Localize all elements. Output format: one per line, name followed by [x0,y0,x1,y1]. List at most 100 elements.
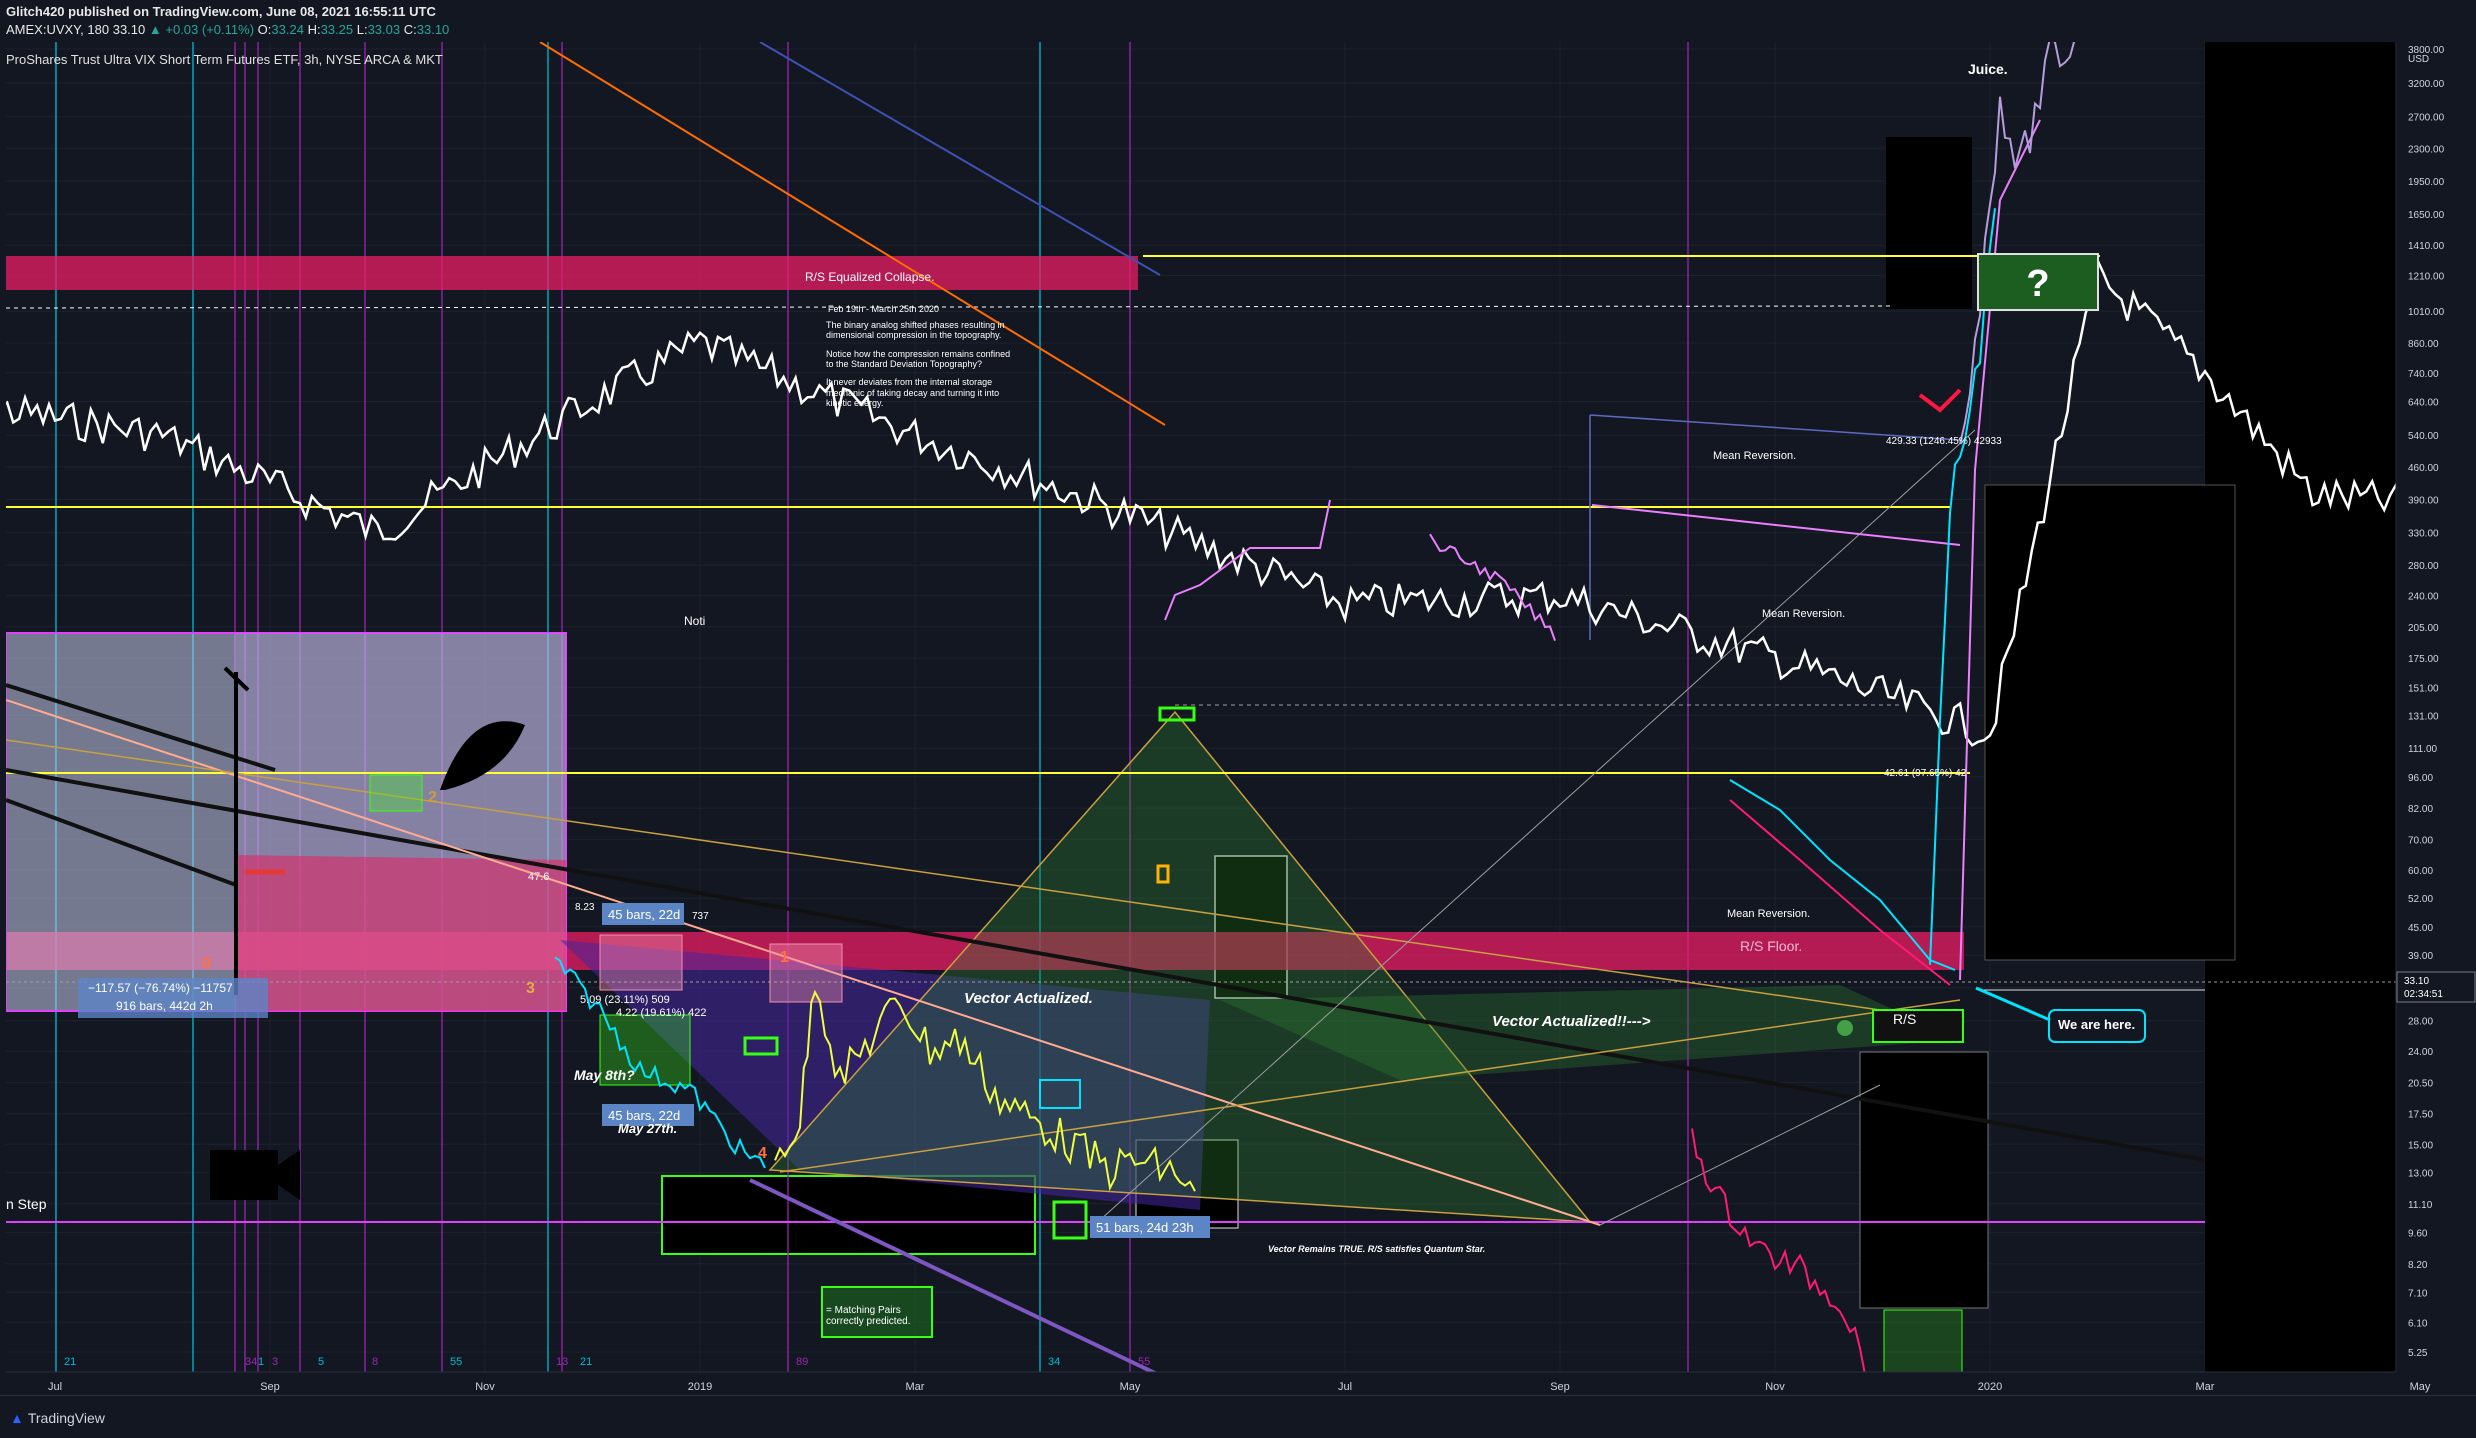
y-tick-label: 17.50 [2408,1110,2433,1121]
y-tick-label: 390.00 [2408,496,2439,507]
annotation-step: n Step [6,1196,47,1212]
measure-text: 737 [692,911,709,922]
currency-label: USD [2408,54,2429,65]
cycle-number: 89 [796,1356,808,1368]
y-tick-label: 11.10 [2408,1200,2433,1211]
x-tick-label: Nov [1765,1381,1785,1393]
y-tick-label: 2300.00 [2408,144,2445,155]
x-tick-label: Sep [260,1381,280,1393]
y-tick-label: 540.00 [2408,431,2439,442]
y-tick-label: 460.00 [2408,463,2439,474]
x-tick-label: Jul [48,1381,62,1393]
y-tick-label: 740.00 [2408,369,2439,380]
y-tick-label: 205.00 [2408,623,2439,634]
y-tick-label: 13.00 [2408,1169,2433,1180]
annotation-vector: Vector Actualized. [964,990,1093,1007]
cycle-number: 13 [556,1356,568,1368]
last-price-countdown: 02:34:51 [2404,989,2443,1000]
y-tick-label: 131.00 [2408,711,2439,722]
annotation-mean-reversion: Mean Reversion. [1713,450,1796,462]
y-tick-label: 20.50 [2408,1078,2433,1089]
cycle-number: 55 [450,1356,462,1368]
measure-text: −117.57 (−76.74%) −11757 [88,981,233,995]
annotation-collapse: R/S Equalized Collapse. [805,270,934,284]
measure-text: 42.61 (97.65%) 42 [1884,768,1967,779]
black-box [1886,137,1972,309]
time-axis[interactable] [0,1372,2476,1395]
y-tick-label: 860.00 [2408,339,2439,350]
y-tick-label: 1010.00 [2408,307,2445,318]
measure-text: 8.23 [575,902,595,913]
y-tick-label: 7.10 [2408,1288,2428,1299]
measure-text: 916 bars, 442d 2h [116,999,213,1013]
check-icon [1837,1020,1853,1036]
wave-label: 3 [526,980,535,997]
wave-label: 1 [780,949,789,966]
annotation-dates: Feb 19th - March 25th 2020 [828,304,939,314]
x-tick-label: Sep [1550,1381,1570,1393]
measure-label: 51 bars, 24d 23h [1096,1220,1194,1235]
wave-label: 2 [428,789,437,806]
y-tick-label: 70.00 [2408,835,2433,846]
y-tick-label: 96.00 [2408,773,2433,784]
x-tick-label: 2019 [688,1381,712,1393]
cycle-number: 3 [272,1356,278,1368]
y-tick-label: 6.10 [2408,1318,2428,1329]
x-tick-label: Mar [2196,1381,2215,1393]
cycle-number: 34 [1048,1356,1060,1368]
black-box [1859,1051,1989,1309]
x-tick-label: Nov [475,1381,495,1393]
y-tick-label: 2700.00 [2408,113,2445,124]
annotation-rs: R/S [1893,1011,1916,1027]
tradingview-logo[interactable]: ▲ TradingView [10,1410,105,1426]
annotation-paragraphs: The binary analog shifted phases resulti… [826,320,1010,408]
x-tick-label: 2020 [1978,1381,2002,1393]
footer: ▲ TradingView [0,1395,2476,1438]
y-tick-label: 1410.00 [2408,241,2445,252]
annotation-juice: Juice. [1968,61,2008,77]
measure-text: 4.22 (19.61%) 422 [616,1007,707,1019]
cycle-number: 8 [372,1356,378,1368]
annotation-question: ? [2026,263,2049,305]
tradingview-brand: TradingView [27,1410,105,1426]
y-tick-label: 240.00 [2408,592,2439,603]
annotation-may-27: May 27th. [618,1121,677,1136]
measure-label: 45 bars, 22d [608,1108,680,1123]
y-tick-label: 60.00 [2408,866,2433,877]
rs-collapse-zone [6,256,1138,290]
cycle-number: 21 [580,1356,592,1368]
pink-marker [599,934,683,991]
measure-label: 45 bars, 22d [608,907,680,922]
x-tick-label: Mar [906,1381,925,1393]
y-tick-label: 45.00 [2408,923,2433,934]
tradingview-logo-icon: ▲ [10,1410,24,1426]
cycle-number: 55 [1138,1356,1150,1368]
annotation-matching: = Matching Pairs correctly predicted. [826,1305,910,1327]
y-tick-label: 330.00 [2408,529,2439,540]
annotation-may-8: May 8th? [574,1067,635,1083]
x-tick-label: May [2410,1381,2431,1393]
y-tick-label: 9.60 [2408,1229,2428,1240]
green-marker [369,774,423,812]
red-wedge [236,855,566,1011]
y-tick-label: 5.25 [2408,1348,2428,1359]
measure-text: 47.6 [528,871,549,883]
chart-canvas[interactable]: ProShares Trust Ultra VIX Short Term Fut… [0,0,2476,1395]
y-tick-label: 111.00 [2408,744,2438,755]
y-tick-label: 175.00 [2408,654,2439,665]
wave-label: 0 [202,955,211,972]
y-tick-label: 8.20 [2408,1260,2428,1271]
y-tick-label: 28.00 [2408,1017,2433,1028]
measure-text: 429.33 (1246.45%) 42933 [1886,436,2002,447]
y-tick-label: 82.00 [2408,804,2433,815]
annotation-vector-remains: Vector Remains TRUE. R/S satisfies Quant… [1268,1244,1485,1254]
y-tick-label: 24.00 [2408,1047,2433,1058]
y-tick-label: 151.00 [2408,683,2439,694]
y-tick-label: 1650.00 [2408,210,2445,221]
cycle-number: 5 [318,1356,324,1368]
y-tick-label: 39.00 [2408,951,2433,962]
annotation-we-are-here: We are here. [2058,1017,2135,1032]
y-tick-label: 1950.00 [2408,177,2445,188]
rs-box [1872,1009,1964,1043]
cycle-number: 21 [64,1356,76,1368]
